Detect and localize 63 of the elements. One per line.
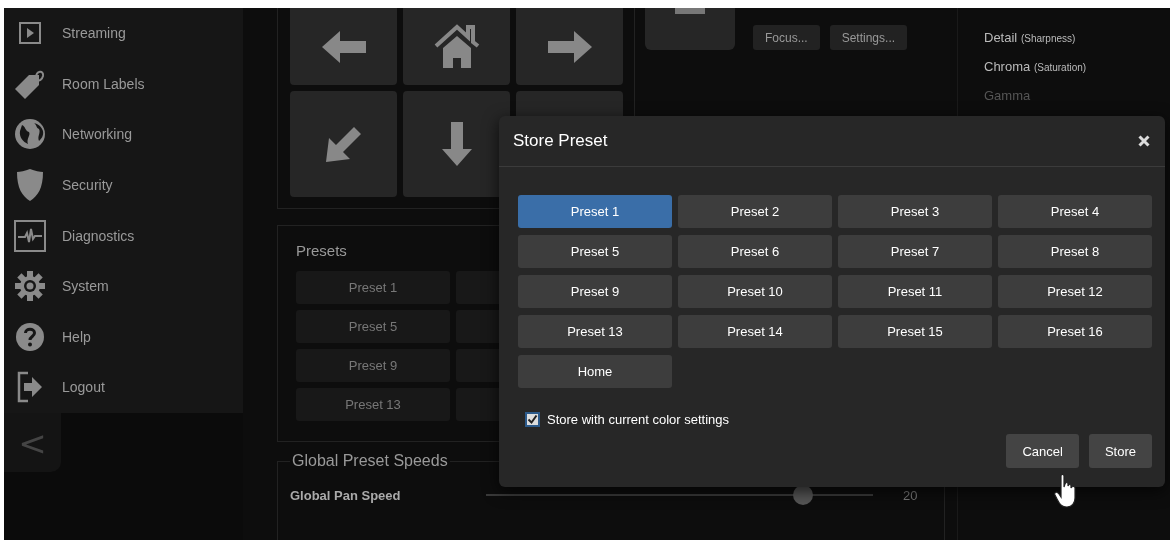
logout-icon (16, 371, 44, 404)
home-icon (433, 23, 480, 70)
preset-option[interactable]: Preset 5 (518, 235, 672, 268)
dialog-button[interactable]: Cancel (1006, 434, 1079, 468)
preset-button[interactable]: Preset 9 (296, 349, 450, 382)
pan-tilt-button[interactable] (403, 8, 510, 85)
sidebar-item[interactable]: Diagnostics (4, 210, 243, 261)
preset-button[interactable]: Preset 5 (296, 310, 450, 343)
zoom-out-button[interactable] (645, 8, 735, 50)
sidebar-item[interactable]: Streaming (4, 8, 243, 59)
settings-icon (15, 271, 45, 302)
sidebar-item[interactable]: Room Labels (4, 58, 243, 110)
slider-thumb[interactable] (793, 485, 814, 505)
sidebar-item[interactable]: Help (4, 311, 243, 363)
preset-button[interactable]: Preset 13 (296, 388, 450, 421)
color-setting-label[interactable]: Chroma (Saturation) (984, 59, 1170, 74)
preset-option[interactable]: Preset 9 (518, 275, 672, 308)
globe-icon (13, 117, 47, 152)
close-button[interactable] (1136, 133, 1152, 149)
arrow-down-left-icon (325, 126, 362, 162)
preset-option[interactable]: Preset 4 (998, 195, 1152, 228)
sidebar-item[interactable]: Networking (4, 109, 243, 160)
arrow-right-icon (547, 29, 592, 64)
color-setting-label[interactable]: Detail (Sharpness) (984, 30, 1170, 45)
preset-option[interactable]: Preset 13 (518, 315, 672, 348)
presets-heading: Presets (296, 242, 347, 259)
pan-tilt-button[interactable] (290, 8, 397, 85)
preset-button[interactable]: Preset 1 (296, 271, 450, 304)
camera-settings-button[interactable]: Settings... (829, 25, 908, 50)
minus-icon (675, 8, 705, 14)
pan-tilt-button[interactable] (290, 91, 397, 197)
slider-value: 20 (903, 487, 918, 503)
preset-option[interactable]: Preset 14 (678, 315, 832, 348)
sidebar-item[interactable]: System (4, 260, 243, 312)
sidebar-item[interactable]: Security (4, 159, 243, 211)
preset-option[interactable]: Preset 15 (838, 315, 992, 348)
shield-icon (15, 168, 45, 203)
pulse-icon (14, 219, 46, 252)
preset-option[interactable]: Preset 10 (678, 275, 832, 308)
preset-option[interactable]: Preset 16 (998, 315, 1152, 348)
camera-settings-button[interactable]: Focus... (753, 25, 820, 50)
checkbox-label: Store with current color settings (547, 412, 730, 427)
sidebar-item[interactable]: Logout (4, 362, 243, 413)
help-icon (15, 321, 45, 352)
pan-tilt-button[interactable] (403, 91, 510, 197)
slider-label: Global Pan Speed (290, 487, 402, 503)
preset-option[interactable]: Preset 7 (838, 235, 992, 268)
preset-option[interactable]: Preset 6 (678, 235, 832, 268)
preset-option[interactable]: Preset 11 (838, 275, 992, 308)
preset-option[interactable]: Preset 3 (838, 195, 992, 228)
preset-option[interactable]: Preset 12 (998, 275, 1152, 308)
checkbox[interactable] (525, 412, 540, 427)
dialog-button[interactable]: Store (1088, 434, 1152, 468)
pan-tilt-button[interactable] (516, 8, 623, 85)
arrow-down-icon (441, 122, 472, 166)
play-icon (19, 22, 41, 45)
speeds-heading: Global Preset Speeds (291, 452, 449, 470)
dialog-title: Store Preset (513, 131, 608, 151)
preset-option[interactable]: Preset 1 (518, 195, 672, 228)
preset-option[interactable]: Home (518, 355, 672, 388)
preset-option[interactable]: Preset 2 (678, 195, 832, 228)
arrow-left-icon (321, 29, 366, 64)
preset-option[interactable]: Preset 8 (998, 235, 1152, 268)
